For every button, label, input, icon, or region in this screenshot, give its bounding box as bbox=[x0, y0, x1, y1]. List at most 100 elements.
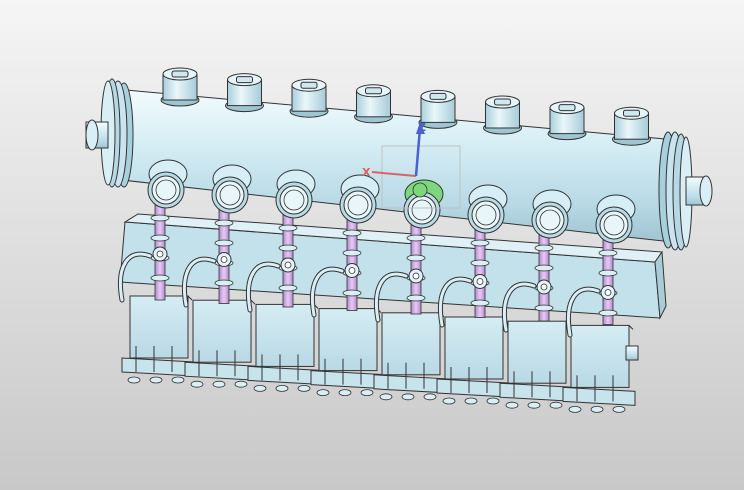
module-base bbox=[499, 382, 573, 402]
valve-module[interactable] bbox=[247, 303, 321, 392]
module-foot bbox=[549, 401, 563, 409]
z-axis-label: Z bbox=[418, 121, 426, 134]
module-base bbox=[121, 357, 195, 377]
cap-slot bbox=[171, 70, 189, 78]
tube-ring bbox=[150, 234, 170, 242]
module-foot bbox=[253, 384, 267, 392]
module-box bbox=[444, 316, 504, 380]
tube-ring bbox=[214, 279, 234, 287]
module-foot bbox=[423, 393, 437, 401]
module-foot bbox=[297, 384, 311, 392]
tube-ring bbox=[150, 214, 170, 222]
tube-ring bbox=[214, 239, 234, 247]
y-axis-marker bbox=[412, 182, 428, 198]
module-foot bbox=[442, 397, 456, 405]
elbow-bore bbox=[348, 267, 356, 274]
module-foot bbox=[275, 384, 289, 392]
top-cap[interactable] bbox=[354, 84, 393, 124]
module-foot bbox=[171, 376, 185, 384]
tube-ring bbox=[534, 304, 554, 312]
tube-ring bbox=[406, 234, 426, 242]
module-edge bbox=[187, 295, 193, 301]
module-row-end-nozzle bbox=[625, 345, 639, 361]
module-base bbox=[184, 361, 258, 381]
tube-ring bbox=[406, 254, 426, 262]
tube-ring bbox=[598, 269, 618, 277]
module-base bbox=[310, 370, 384, 390]
tube-ring bbox=[150, 274, 170, 282]
module-foot bbox=[590, 405, 604, 413]
module-base bbox=[373, 374, 447, 394]
right-nozzle[interactable] bbox=[685, 175, 713, 207]
tube-ring bbox=[342, 249, 362, 257]
valve-module[interactable] bbox=[562, 324, 636, 413]
module-box bbox=[318, 308, 378, 372]
module-box bbox=[255, 303, 315, 367]
top-cap[interactable] bbox=[547, 101, 587, 141]
module-foot bbox=[464, 397, 478, 405]
3d-viewport[interactable]: X Z bbox=[0, 0, 744, 490]
module-box bbox=[192, 299, 252, 363]
module-foot bbox=[379, 393, 393, 401]
cap-slot bbox=[623, 109, 640, 117]
module-foot bbox=[316, 389, 330, 397]
tube-ring bbox=[278, 224, 298, 232]
top-cap[interactable] bbox=[612, 106, 651, 146]
top-cap[interactable] bbox=[289, 78, 329, 118]
tube-ring bbox=[214, 219, 234, 227]
module-foot bbox=[527, 401, 541, 409]
tube-ring bbox=[534, 244, 554, 252]
tube-ring bbox=[342, 229, 362, 237]
module-box bbox=[381, 312, 441, 376]
valve-module[interactable] bbox=[310, 308, 384, 397]
elbow-bore bbox=[476, 278, 484, 285]
module-foot bbox=[149, 376, 163, 384]
cap-slot bbox=[494, 98, 511, 106]
module-base bbox=[436, 378, 510, 398]
cap-slot bbox=[365, 87, 382, 95]
model-canvas[interactable]: X Z bbox=[0, 0, 744, 490]
module-base bbox=[247, 365, 321, 385]
tube-ring bbox=[598, 309, 618, 317]
module-box bbox=[507, 320, 567, 384]
valve-module[interactable] bbox=[184, 299, 258, 388]
elbow-bore bbox=[284, 261, 292, 269]
module-foot bbox=[338, 389, 352, 397]
module-foot bbox=[486, 397, 500, 405]
elbow-bore bbox=[604, 289, 612, 296]
elbow-bore bbox=[412, 272, 420, 280]
x-axis-label: X bbox=[362, 166, 371, 179]
module-foot bbox=[127, 376, 141, 384]
valve-module[interactable] bbox=[373, 312, 447, 401]
cap-slot bbox=[558, 104, 576, 112]
module-foot bbox=[234, 380, 248, 388]
module-edge bbox=[250, 299, 256, 305]
tube-ring bbox=[278, 284, 298, 292]
elbow-bore bbox=[156, 250, 164, 258]
tube-ring bbox=[342, 289, 362, 297]
cap-slot bbox=[300, 81, 318, 89]
top-cap[interactable] bbox=[225, 73, 264, 113]
tube-ring bbox=[470, 299, 490, 307]
module-foot bbox=[505, 401, 519, 409]
module-base bbox=[562, 386, 636, 406]
top-cap[interactable] bbox=[160, 67, 200, 107]
module-box bbox=[570, 324, 630, 388]
cap-slot bbox=[429, 92, 447, 100]
valve-module[interactable] bbox=[121, 295, 195, 384]
module-foot bbox=[568, 405, 582, 413]
tube-ring bbox=[406, 294, 426, 302]
top-cap[interactable] bbox=[483, 95, 522, 135]
module-foot bbox=[612, 405, 626, 413]
valve-module-row[interactable] bbox=[121, 295, 639, 413]
elbow-bore bbox=[220, 256, 228, 263]
tube-ring bbox=[534, 264, 554, 272]
left-nozzle[interactable] bbox=[85, 119, 109, 151]
tube-ring bbox=[278, 244, 298, 252]
module-edge bbox=[628, 325, 634, 330]
tube-ring bbox=[470, 259, 490, 267]
module-foot bbox=[401, 393, 415, 401]
valve-module[interactable] bbox=[499, 320, 573, 409]
valve-module[interactable] bbox=[436, 316, 510, 405]
module-box bbox=[129, 295, 189, 359]
